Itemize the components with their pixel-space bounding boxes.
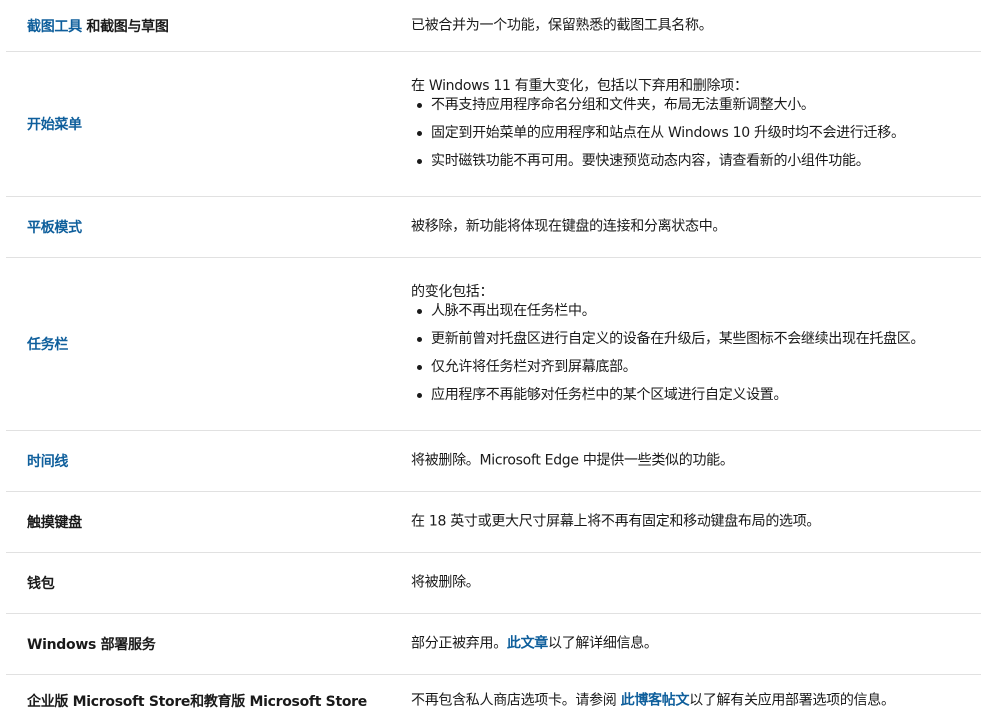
list-item: 实时磁铁功能不再可用。要快速预览动态内容，请查看新的小组件功能。 bbox=[411, 152, 981, 171]
feature-description: 在 Windows 11 有重大变化，包括以下弃用和删除项： 不再支持应用程序命… bbox=[411, 77, 981, 171]
feature-link[interactable]: 截图工具 bbox=[27, 19, 82, 35]
feature-description: 不再包含私人商店选项卡。请参阅 此博客帖文以了解有关应用部署选项的信息。 bbox=[411, 691, 981, 710]
blog-post-link[interactable]: 此博客帖文 bbox=[621, 692, 690, 708]
change-list: 人脉不再出现在任务栏中。 更新前曾对托盘区进行自定义的设备在升级后，某些图标不会… bbox=[411, 302, 981, 405]
feature-name: 时间线 bbox=[27, 451, 68, 471]
table-row: 任务栏 的变化包括： 人脉不再出现在任务栏中。 更新前曾对托盘区进行自定义的设备… bbox=[6, 258, 981, 431]
feature-link[interactable]: 开始菜单 bbox=[27, 117, 82, 133]
feature-name: 开始菜单 bbox=[27, 114, 82, 134]
feature-name: 企业版 Microsoft Store和教育版 Microsoft Store bbox=[27, 691, 367, 711]
table-row: Windows 部署服务 部分正被弃用。此文章以了解详细信息。 bbox=[6, 614, 981, 675]
description-text: 部分正被弃用。 bbox=[411, 635, 507, 652]
change-list: 不再支持应用程序命名分组和文件夹，布局无法重新调整大小。 固定到开始菜单的应用程… bbox=[411, 96, 981, 171]
description-text: 不再包含私人商店选项卡。请参阅 bbox=[411, 692, 621, 708]
description-text: 被移除，新功能将体现在键盘的连接和分离状态中。 bbox=[411, 218, 727, 235]
feature-name: 截图工具 和截图与草图 bbox=[27, 16, 169, 36]
feature-description: 将被删除。 bbox=[411, 574, 981, 593]
feature-description: 部分正被弃用。此文章以了解详细信息。 bbox=[411, 635, 981, 654]
table-row: 触摸键盘 在 18 英寸或更大尺寸屏幕上将不再有固定和移动键盘布局的选项。 bbox=[6, 492, 981, 553]
list-item: 应用程序不再能够对任务栏中的某个区域进行自定义设置。 bbox=[411, 386, 981, 405]
feature-name: 触摸键盘 bbox=[27, 512, 82, 532]
feature-text: 钱包 bbox=[27, 576, 55, 592]
table-row: 企业版 Microsoft Store和教育版 Microsoft Store … bbox=[6, 675, 981, 726]
list-item: 仅允许将任务栏对齐到屏幕底部。 bbox=[411, 358, 981, 377]
table-row: 截图工具 和截图与草图 已被合并为一个功能，保留熟悉的截图工具名称。 bbox=[6, 0, 981, 52]
feature-link[interactable]: 时间线 bbox=[27, 454, 68, 470]
feature-name: 平板模式 bbox=[27, 217, 82, 237]
description-text: 将被删除。Microsoft Edge 中提供一些类似的功能。 bbox=[411, 452, 734, 469]
description-intro: 的变化包括： bbox=[411, 284, 494, 300]
feature-name: Windows 部署服务 bbox=[27, 634, 156, 654]
description-text: 将被删除。 bbox=[411, 574, 480, 591]
list-item: 人脉不再出现在任务栏中。 bbox=[411, 302, 981, 321]
description-text: 在 18 英寸或更大尺寸屏幕上将不再有固定和移动键盘布局的选项。 bbox=[411, 513, 821, 530]
table-row: 平板模式 被移除，新功能将体现在键盘的连接和分离状态中。 bbox=[6, 197, 981, 258]
list-item: 更新前曾对托盘区进行自定义的设备在升级后，某些图标不会继续出现在托盘区。 bbox=[411, 330, 981, 349]
feature-link[interactable]: 任务栏 bbox=[27, 337, 68, 353]
feature-text: 触摸键盘 bbox=[27, 515, 82, 531]
description-text: 已被合并为一个功能，保留熟悉的截图工具名称。 bbox=[411, 17, 713, 33]
feature-description: 已被合并为一个功能，保留熟悉的截图工具名称。 bbox=[411, 16, 981, 35]
description-intro: 在 Windows 11 有重大变化，包括以下弃用和删除项： bbox=[411, 78, 748, 94]
feature-text: 企业版 Microsoft Store和教育版 Microsoft Store bbox=[27, 693, 367, 710]
list-item: 不再支持应用程序命名分组和文件夹，布局无法重新调整大小。 bbox=[411, 96, 981, 115]
feature-text: 和截图与草图 bbox=[81, 18, 169, 35]
feature-name: 任务栏 bbox=[27, 334, 68, 354]
feature-description: 在 18 英寸或更大尺寸屏幕上将不再有固定和移动键盘布局的选项。 bbox=[411, 513, 981, 532]
table-row: 时间线 将被删除。Microsoft Edge 中提供一些类似的功能。 bbox=[6, 431, 981, 492]
feature-description: 的变化包括： 人脉不再出现在任务栏中。 更新前曾对托盘区进行自定义的设备在升级后… bbox=[411, 283, 981, 405]
feature-link[interactable]: 平板模式 bbox=[27, 220, 82, 236]
feature-text: Windows 部署服务 bbox=[27, 637, 156, 653]
article-link[interactable]: 此文章 bbox=[507, 636, 548, 652]
feature-description: 被移除，新功能将体现在键盘的连接和分离状态中。 bbox=[411, 218, 981, 237]
list-item: 固定到开始菜单的应用程序和站点在从 Windows 10 升级时均不会进行迁移。 bbox=[411, 124, 981, 143]
feature-name: 钱包 bbox=[27, 573, 55, 593]
table-row: 开始菜单 在 Windows 11 有重大变化，包括以下弃用和删除项： 不再支持… bbox=[6, 52, 981, 197]
description-text: 以了解有关应用部署选项的信息。 bbox=[689, 692, 895, 708]
table-row: 钱包 将被删除。 bbox=[6, 553, 981, 614]
feature-description: 将被删除。Microsoft Edge 中提供一些类似的功能。 bbox=[411, 452, 981, 471]
description-text: 以了解详细信息。 bbox=[548, 635, 658, 652]
